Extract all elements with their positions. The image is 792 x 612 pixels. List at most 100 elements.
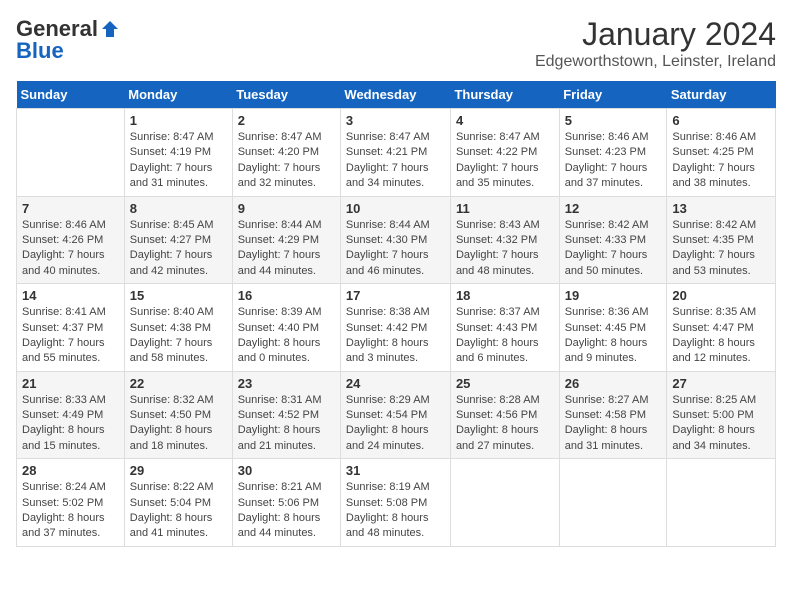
day-number: 4 bbox=[456, 113, 554, 128]
calendar-cell: 27 Sunrise: 8:25 AM Sunset: 5:00 PM Dayli… bbox=[667, 371, 776, 459]
calendar-cell: 24 Sunrise: 8:29 AM Sunset: 4:54 PM Dayli… bbox=[340, 371, 450, 459]
cell-content: Sunrise: 8:32 AM Sunset: 4:50 PM Dayligh… bbox=[130, 393, 227, 455]
calendar-cell: 14 Sunrise: 8:41 AM Sunset: 4:37 PM Dayli… bbox=[17, 284, 125, 372]
cell-content: Sunrise: 8:29 AM Sunset: 4:54 PM Dayligh… bbox=[346, 393, 445, 455]
calendar-cell bbox=[17, 109, 125, 197]
cell-content: Sunrise: 8:44 AM Sunset: 4:29 PM Dayligh… bbox=[238, 218, 335, 280]
cell-content: Sunrise: 8:24 AM Sunset: 5:02 PM Dayligh… bbox=[22, 480, 119, 542]
cell-content: Sunrise: 8:46 AM Sunset: 4:25 PM Dayligh… bbox=[672, 130, 770, 192]
calendar-cell bbox=[667, 459, 776, 547]
cell-content: Sunrise: 8:47 AM Sunset: 4:20 PM Dayligh… bbox=[238, 130, 335, 192]
cell-content: Sunrise: 8:43 AM Sunset: 4:32 PM Dayligh… bbox=[456, 218, 554, 280]
cell-content: Sunrise: 8:25 AM Sunset: 5:00 PM Dayligh… bbox=[672, 393, 770, 455]
cell-content: Sunrise: 8:22 AM Sunset: 5:04 PM Dayligh… bbox=[130, 480, 227, 542]
calendar-cell: 26Sunrise: 8:27 AM Sunset: 4:58 PM Dayli… bbox=[559, 371, 667, 459]
calendar-cell: 6 Sunrise: 8:46 AM Sunset: 4:25 PM Daylig… bbox=[667, 109, 776, 197]
calendar-cell: 30Sunrise: 8:21 AM Sunset: 5:06 PM Dayli… bbox=[232, 459, 340, 547]
cell-content: Sunrise: 8:47 AM Sunset: 4:22 PM Dayligh… bbox=[456, 130, 554, 192]
cell-content: Sunrise: 8:21 AM Sunset: 5:06 PM Dayligh… bbox=[238, 480, 335, 542]
cell-content: Sunrise: 8:39 AM Sunset: 4:40 PM Dayligh… bbox=[238, 305, 335, 367]
header-saturday: Saturday bbox=[667, 81, 776, 109]
day-number: 16 bbox=[238, 288, 335, 303]
calendar-cell: 5 Sunrise: 8:46 AM Sunset: 4:23 PM Daylig… bbox=[559, 109, 667, 197]
day-number: 3 bbox=[346, 113, 445, 128]
header-monday: Monday bbox=[124, 81, 232, 109]
cell-content: Sunrise: 8:46 AM Sunset: 4:23 PM Dayligh… bbox=[565, 130, 662, 192]
page-subtitle: Edgeworthstown, Leinster, Ireland bbox=[535, 53, 776, 71]
calendar-cell: 28 Sunrise: 8:24 AM Sunset: 5:02 PM Dayli… bbox=[17, 459, 125, 547]
cell-content: Sunrise: 8:47 AM Sunset: 4:19 PM Dayligh… bbox=[130, 130, 227, 192]
day-number: 6 bbox=[672, 113, 770, 128]
logo: General Blue bbox=[16, 16, 120, 64]
calendar-cell: 22 Sunrise: 8:32 AM Sunset: 4:50 PM Dayli… bbox=[124, 371, 232, 459]
cell-content: Sunrise: 8:46 AM Sunset: 4:26 PM Dayligh… bbox=[22, 218, 119, 280]
day-number: 7 bbox=[22, 201, 119, 216]
day-number: 20 bbox=[672, 288, 770, 303]
calendar-cell: 21Sunrise: 8:33 AM Sunset: 4:49 PM Dayli… bbox=[17, 371, 125, 459]
day-number: 8 bbox=[130, 201, 227, 216]
cell-content: Sunrise: 8:41 AM Sunset: 4:37 PM Dayligh… bbox=[22, 305, 119, 367]
day-number: 24 bbox=[346, 376, 445, 391]
calendar-cell: 13 Sunrise: 8:42 AM Sunset: 4:35 PM Dayli… bbox=[667, 196, 776, 284]
cell-content: Sunrise: 8:31 AM Sunset: 4:52 PM Dayligh… bbox=[238, 393, 335, 455]
day-number: 13 bbox=[672, 201, 770, 216]
day-number: 27 bbox=[672, 376, 770, 391]
day-number: 29 bbox=[130, 463, 227, 478]
calendar-cell: 11 Sunrise: 8:43 AM Sunset: 4:32 PM Dayli… bbox=[450, 196, 559, 284]
calendar-cell: 9Sunrise: 8:44 AM Sunset: 4:29 PM Daylig… bbox=[232, 196, 340, 284]
day-number: 1 bbox=[130, 113, 227, 128]
day-number: 19 bbox=[565, 288, 662, 303]
calendar-cell bbox=[559, 459, 667, 547]
cell-content: Sunrise: 8:19 AM Sunset: 5:08 PM Dayligh… bbox=[346, 480, 445, 542]
calendar-cell: 1 Sunrise: 8:47 AM Sunset: 4:19 PM Daylig… bbox=[124, 109, 232, 197]
header-friday: Friday bbox=[559, 81, 667, 109]
day-number: 23 bbox=[238, 376, 335, 391]
cell-content: Sunrise: 8:36 AM Sunset: 4:45 PM Dayligh… bbox=[565, 305, 662, 367]
calendar-week-1: 1 Sunrise: 8:47 AM Sunset: 4:19 PM Daylig… bbox=[17, 109, 776, 197]
day-number: 31 bbox=[346, 463, 445, 478]
calendar-week-5: 28 Sunrise: 8:24 AM Sunset: 5:02 PM Dayli… bbox=[17, 459, 776, 547]
calendar-cell: 10 Sunrise: 8:44 AM Sunset: 4:30 PM Dayli… bbox=[340, 196, 450, 284]
cell-content: Sunrise: 8:35 AM Sunset: 4:47 PM Dayligh… bbox=[672, 305, 770, 367]
title-block: January 2024 Edgeworthstown, Leinster, I… bbox=[535, 16, 776, 71]
day-number: 18 bbox=[456, 288, 554, 303]
day-number: 28 bbox=[22, 463, 119, 478]
cell-content: Sunrise: 8:38 AM Sunset: 4:42 PM Dayligh… bbox=[346, 305, 445, 367]
calendar-week-2: 7 Sunrise: 8:46 AM Sunset: 4:26 PM Daylig… bbox=[17, 196, 776, 284]
cell-content: Sunrise: 8:42 AM Sunset: 4:35 PM Dayligh… bbox=[672, 218, 770, 280]
calendar-cell: 18 Sunrise: 8:37 AM Sunset: 4:43 PM Dayli… bbox=[450, 284, 559, 372]
day-number: 10 bbox=[346, 201, 445, 216]
day-number: 14 bbox=[22, 288, 119, 303]
day-number: 5 bbox=[565, 113, 662, 128]
calendar-cell: 8 Sunrise: 8:45 AM Sunset: 4:27 PM Daylig… bbox=[124, 196, 232, 284]
cell-content: Sunrise: 8:37 AM Sunset: 4:43 PM Dayligh… bbox=[456, 305, 554, 367]
calendar-week-4: 21Sunrise: 8:33 AM Sunset: 4:49 PM Dayli… bbox=[17, 371, 776, 459]
calendar-cell: 19 Sunrise: 8:36 AM Sunset: 4:45 PM Dayli… bbox=[559, 284, 667, 372]
logo-icon bbox=[100, 19, 120, 39]
header-sunday: Sunday bbox=[17, 81, 125, 109]
calendar-table: Sunday Monday Tuesday Wednesday Thursday… bbox=[16, 81, 776, 547]
calendar-cell: 12Sunrise: 8:42 AM Sunset: 4:33 PM Dayli… bbox=[559, 196, 667, 284]
day-number: 22 bbox=[130, 376, 227, 391]
calendar-cell: 25 Sunrise: 8:28 AM Sunset: 4:56 PM Dayli… bbox=[450, 371, 559, 459]
cell-content: Sunrise: 8:42 AM Sunset: 4:33 PM Dayligh… bbox=[565, 218, 662, 280]
page-header: General Blue January 2024 Edgeworthstown… bbox=[16, 16, 776, 71]
calendar-cell: 31 Sunrise: 8:19 AM Sunset: 5:08 PM Dayli… bbox=[340, 459, 450, 547]
cell-content: Sunrise: 8:40 AM Sunset: 4:38 PM Dayligh… bbox=[130, 305, 227, 367]
logo-blue-text: Blue bbox=[16, 38, 64, 64]
calendar-cell bbox=[450, 459, 559, 547]
calendar-cell: 23 Sunrise: 8:31 AM Sunset: 4:52 PM Dayli… bbox=[232, 371, 340, 459]
header-tuesday: Tuesday bbox=[232, 81, 340, 109]
day-number: 11 bbox=[456, 201, 554, 216]
header-wednesday: Wednesday bbox=[340, 81, 450, 109]
cell-content: Sunrise: 8:28 AM Sunset: 4:56 PM Dayligh… bbox=[456, 393, 554, 455]
calendar-header-row: Sunday Monday Tuesday Wednesday Thursday… bbox=[17, 81, 776, 109]
cell-content: Sunrise: 8:45 AM Sunset: 4:27 PM Dayligh… bbox=[130, 218, 227, 280]
day-number: 25 bbox=[456, 376, 554, 391]
calendar-cell: 15Sunrise: 8:40 AM Sunset: 4:38 PM Dayli… bbox=[124, 284, 232, 372]
day-number: 2 bbox=[238, 113, 335, 128]
cell-content: Sunrise: 8:44 AM Sunset: 4:30 PM Dayligh… bbox=[346, 218, 445, 280]
calendar-cell: 29 Sunrise: 8:22 AM Sunset: 5:04 PM Dayli… bbox=[124, 459, 232, 547]
calendar-cell: 20 Sunrise: 8:35 AM Sunset: 4:47 PM Dayli… bbox=[667, 284, 776, 372]
calendar-week-3: 14 Sunrise: 8:41 AM Sunset: 4:37 PM Dayli… bbox=[17, 284, 776, 372]
